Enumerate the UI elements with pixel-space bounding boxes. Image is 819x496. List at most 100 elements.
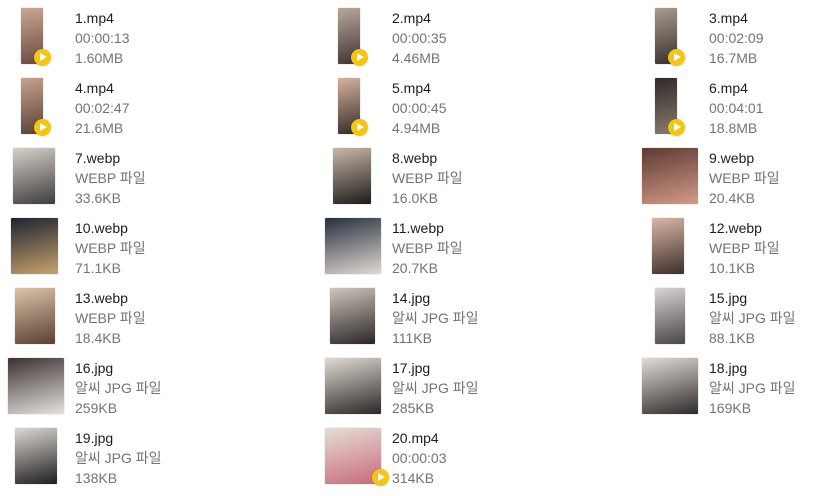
file-name: 20.mp4 [392,430,439,446]
file-size: 20.7KB [392,260,438,276]
file-type: 알씨 JPG 파일 [75,450,162,466]
file-thumbnail-area[interactable] [8,218,68,280]
file-name: 10.webp [75,220,128,236]
file-thumbnail-area[interactable] [642,288,702,350]
file-info: 20.mp4 00:00:03 314KB [392,428,582,488]
file-info: 1.mp4 00:00:13 1.60MB [75,8,265,68]
file-item[interactable]: 4.mp4 00:02:47 21.6MB [8,78,268,140]
file-thumbnail [11,218,58,274]
file-item[interactable]: 8.webp WEBP 파일 16.0KB [325,148,585,210]
file-name: 4.mp4 [75,80,114,96]
play-icon [34,119,51,136]
file-type: 알씨 JPG 파일 [709,310,796,326]
file-grid: 1.mp4 00:00:13 1.60MB 2.mp4 00:00:35 4.46MB 3.… [0,0,819,496]
file-type: 알씨 JPG 파일 [709,380,796,396]
file-item[interactable]: 16.jpg 알씨 JPG 파일 259KB [8,358,268,420]
play-icon [668,49,685,66]
file-name: 5.mp4 [392,80,431,96]
file-thumbnail-area[interactable] [8,358,68,420]
file-item[interactable]: 2.mp4 00:00:35 4.46MB [325,8,585,70]
file-item[interactable]: 14.jpg 알씨 JPG 파일 111KB [325,288,585,350]
file-item[interactable]: 3.mp4 00:02:09 16.7MB [642,8,819,70]
file-duration: 00:04:01 [709,100,764,116]
file-name: 12.webp [709,220,762,236]
file-name: 8.webp [392,150,438,166]
file-thumbnail-area[interactable] [8,78,68,140]
play-icon [668,119,685,136]
file-info: 16.jpg 알씨 JPG 파일 259KB [75,358,265,418]
file-thumbnail-area[interactable] [642,8,702,70]
file-thumbnail-area[interactable] [8,8,68,70]
file-thumbnail [642,148,698,204]
file-duration: 00:02:09 [709,30,764,46]
file-thumbnail-area[interactable] [325,8,385,70]
file-size: 285KB [392,400,435,416]
file-thumbnail-area[interactable] [642,148,702,210]
file-size: 4.94MB [392,120,441,136]
file-type: WEBP 파일 [75,240,146,256]
file-thumbnail-area[interactable] [642,78,702,140]
file-item[interactable]: 13.webp WEBP 파일 18.4KB [8,288,268,350]
file-thumbnail [655,288,685,344]
file-info: 17.jpg 알씨 JPG 파일 285KB [392,358,582,418]
file-info: 12.webp WEBP 파일 10.1KB [709,218,819,278]
file-info: 6.mp4 00:04:01 18.8MB [709,78,819,138]
file-info: 19.jpg 알씨 JPG 파일 138KB [75,428,265,488]
file-item[interactable]: 17.jpg 알씨 JPG 파일 285KB [325,358,585,420]
file-item[interactable]: 15.jpg 알씨 JPG 파일 88.1KB [642,288,819,350]
file-info: 9.webp WEBP 파일 20.4KB [709,148,819,208]
file-item[interactable]: 18.jpg 알씨 JPG 파일 169KB [642,358,819,420]
file-item[interactable]: 7.webp WEBP 파일 33.6KB [8,148,268,210]
file-thumbnail-area[interactable] [325,218,385,280]
file-item[interactable]: 11.webp WEBP 파일 20.7KB [325,218,585,280]
file-name: 14.jpg [392,290,431,306]
file-thumbnail-area[interactable] [642,218,702,280]
file-thumbnail-area[interactable] [8,148,68,210]
file-duration: 00:00:45 [392,100,447,116]
file-size: 314KB [392,470,435,486]
file-info: 4.mp4 00:02:47 21.6MB [75,78,265,138]
file-type: WEBP 파일 [392,170,463,186]
file-item[interactable]: 12.webp WEBP 파일 10.1KB [642,218,819,280]
file-name: 18.jpg [709,360,748,376]
file-info: 3.mp4 00:02:09 16.7MB [709,8,819,68]
file-item[interactable]: 10.webp WEBP 파일 71.1KB [8,218,268,280]
file-thumbnail [333,148,371,204]
file-item[interactable]: 6.mp4 00:04:01 18.8MB [642,78,819,140]
file-name: 13.webp [75,290,128,306]
file-name: 15.jpg [709,290,748,306]
file-thumbnail-area[interactable] [325,358,385,420]
file-info: 8.webp WEBP 파일 16.0KB [392,148,582,208]
file-thumbnail-area[interactable] [8,428,68,490]
file-name: 1.mp4 [75,10,114,26]
file-item[interactable]: 9.webp WEBP 파일 20.4KB [642,148,819,210]
file-type: 알씨 JPG 파일 [75,380,162,396]
file-thumbnail [13,148,55,204]
file-item[interactable]: 20.mp4 00:00:03 314KB [325,428,585,490]
play-icon [351,49,368,66]
file-name: 2.mp4 [392,10,431,26]
file-type: 알씨 JPG 파일 [392,380,479,396]
file-info: 13.webp WEBP 파일 18.4KB [75,288,265,348]
file-thumbnail [8,358,64,414]
file-name: 7.webp [75,150,121,166]
file-item[interactable]: 5.mp4 00:00:45 4.94MB [325,78,585,140]
file-info: 14.jpg 알씨 JPG 파일 111KB [392,288,582,348]
file-thumbnail-area[interactable] [642,358,702,420]
file-size: 33.6KB [75,190,121,206]
file-thumbnail-area[interactable] [325,288,385,350]
file-thumbnail-area[interactable] [325,78,385,140]
file-thumbnail-area[interactable] [8,288,68,350]
file-size: 21.6MB [75,120,124,136]
file-item[interactable]: 1.mp4 00:00:13 1.60MB [8,8,268,70]
file-type: WEBP 파일 [709,240,780,256]
file-type: WEBP 파일 [75,310,146,326]
file-size: 18.4KB [75,330,121,346]
file-thumbnail-area[interactable] [325,148,385,210]
file-type: WEBP 파일 [709,170,780,186]
file-info: 10.webp WEBP 파일 71.1KB [75,218,265,278]
file-thumbnail-area[interactable] [325,428,389,490]
file-item[interactable]: 19.jpg 알씨 JPG 파일 138KB [8,428,268,490]
file-name: 11.webp [392,220,444,236]
file-type: WEBP 파일 [75,170,146,186]
